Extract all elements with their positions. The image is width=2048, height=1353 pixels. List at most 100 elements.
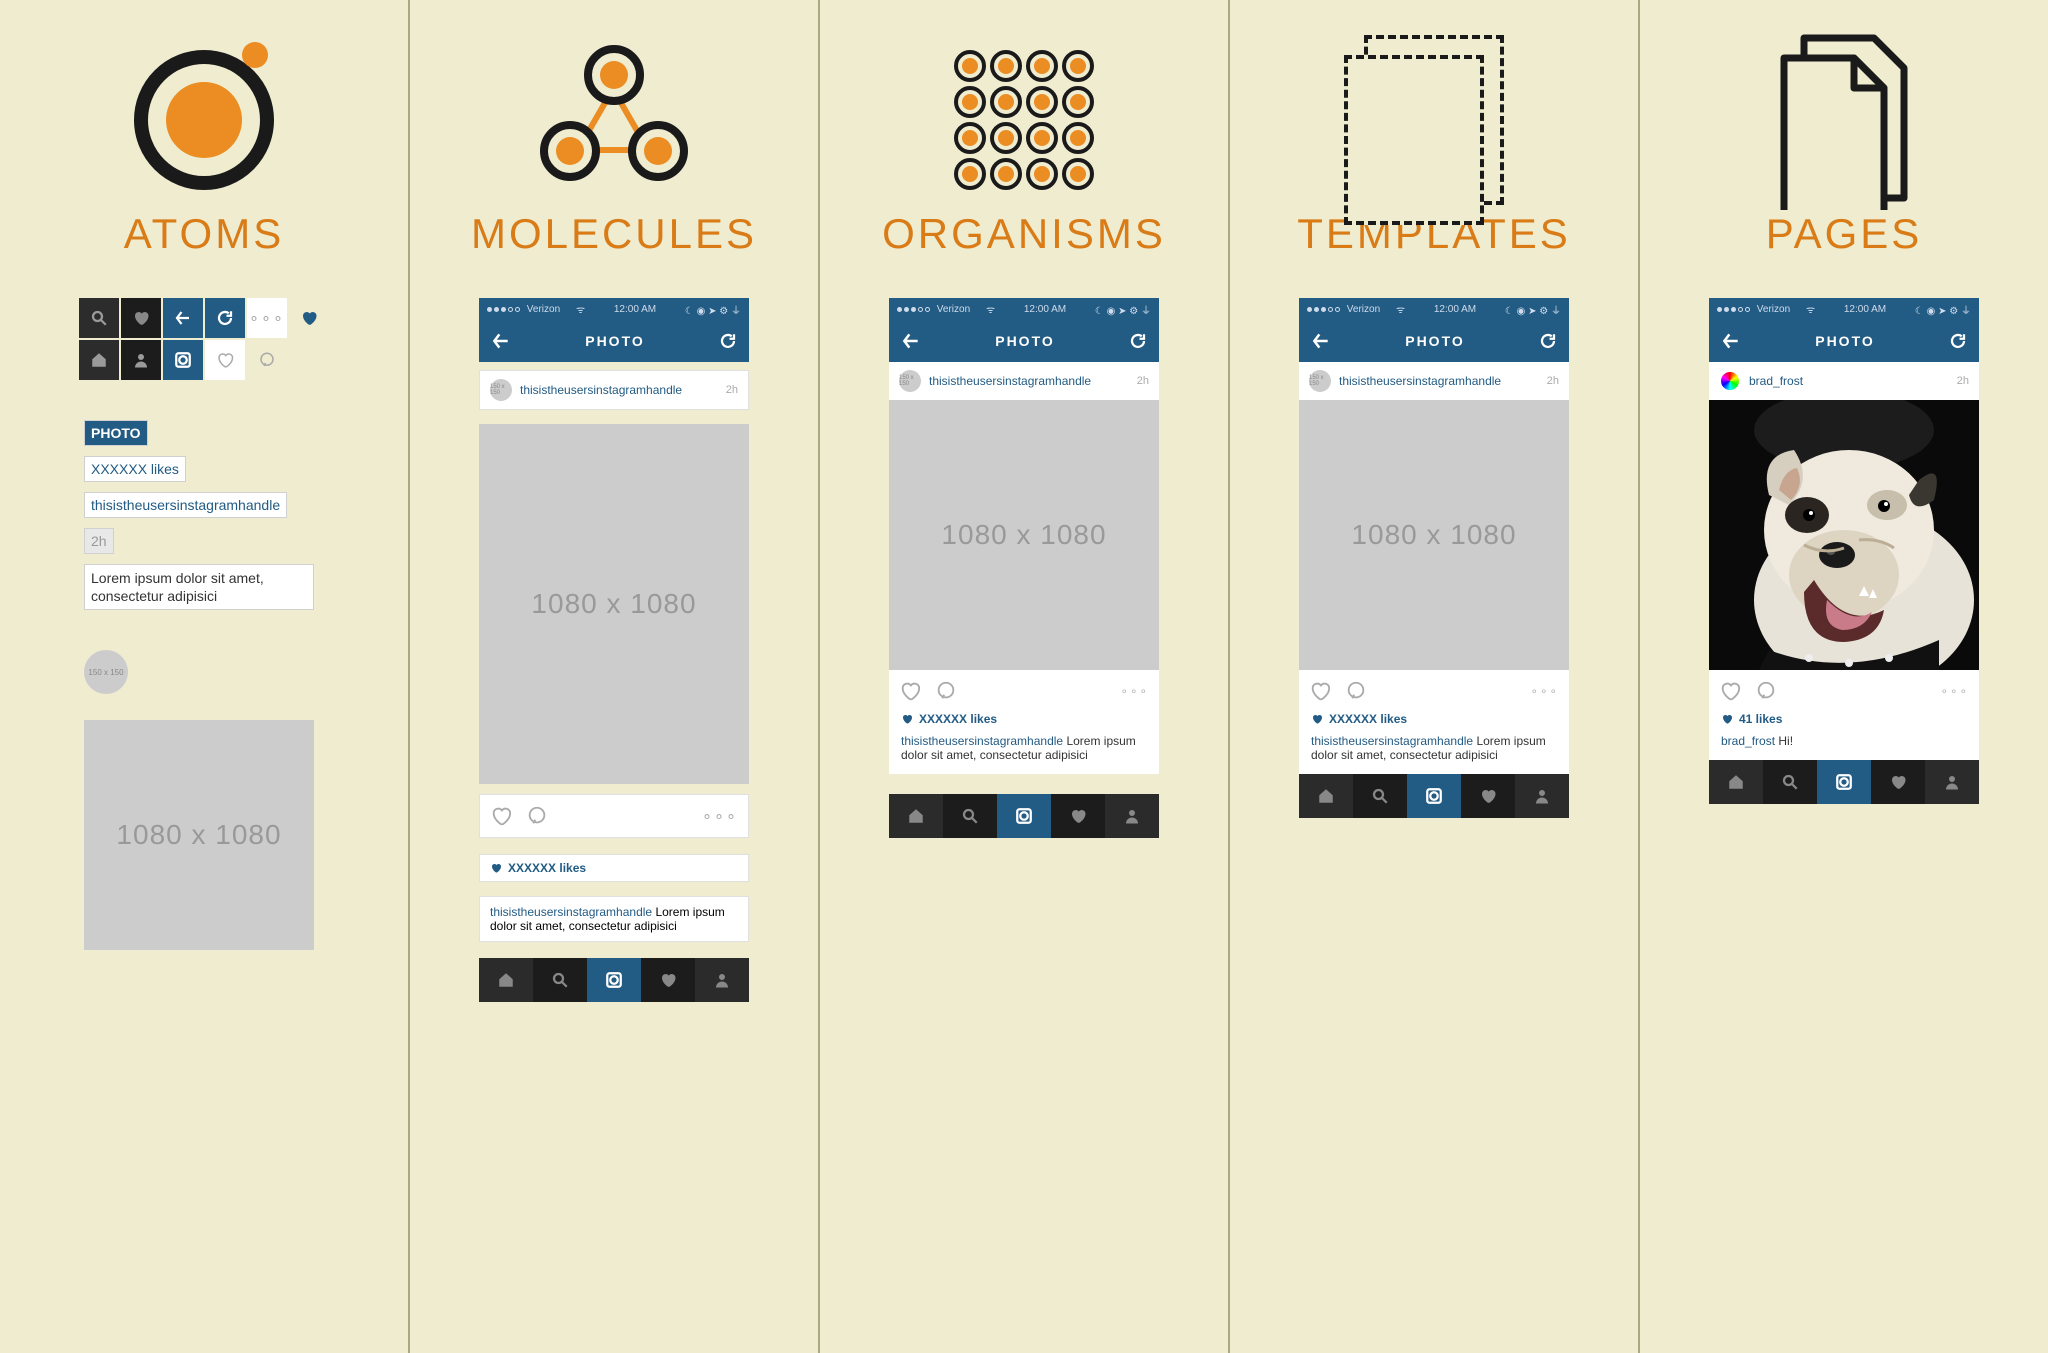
tab-search[interactable] — [533, 958, 587, 1002]
tab-camera[interactable] — [587, 958, 641, 1002]
tab-search[interactable] — [943, 794, 997, 838]
tab-activity[interactable] — [1871, 760, 1925, 804]
tab-home[interactable] — [1299, 774, 1353, 818]
tab-activity[interactable] — [641, 958, 695, 1002]
more-button[interactable]: ∘∘∘ — [1120, 684, 1149, 698]
comment-icon[interactable] — [247, 340, 287, 380]
refresh-button[interactable] — [1539, 332, 1557, 350]
activity-icon[interactable] — [121, 298, 161, 338]
tab-profile[interactable] — [695, 958, 749, 1002]
avatar-placeholder: 150 x 150 — [84, 650, 128, 694]
tab-home[interactable] — [1709, 760, 1763, 804]
username-link[interactable]: thisistheusersinstagramhandle — [520, 383, 718, 397]
nav-title: PHOTO — [995, 333, 1055, 349]
camera-icon[interactable] — [163, 340, 203, 380]
avatar: 150 x 150 — [1309, 370, 1331, 392]
tab-home[interactable] — [479, 958, 533, 1002]
caption-label: Lorem ipsum dolor sit amet, consectetur … — [84, 564, 314, 610]
tab-profile[interactable] — [1925, 760, 1979, 804]
username-link[interactable]: brad_frost — [1749, 374, 1949, 388]
template-screen: Verizon ᯤ 12:00 AM ☾ ◉ ➤ ⚙ ⏚ PHOTO 150 x… — [1299, 298, 1569, 818]
refresh-icon[interactable] — [205, 298, 245, 338]
caption-user[interactable]: thisistheusersinstagramhandle — [1311, 734, 1473, 748]
like-button[interactable] — [1719, 680, 1741, 702]
back-arrow-icon[interactable] — [163, 298, 203, 338]
comment-button[interactable] — [1345, 680, 1367, 702]
user-row[interactable]: 150 x 150 thisistheusersinstagramhandle … — [479, 370, 749, 410]
tab-camera[interactable] — [1407, 774, 1461, 818]
likes-row[interactable]: XXXXXX likes — [889, 712, 1159, 734]
username-link[interactable]: thisistheusersinstagramhandle — [1339, 374, 1539, 388]
status-bar: Verizon ᯤ 12:00 AM ☾ ◉ ➤ ⚙ ⏚ — [1709, 298, 1979, 320]
likes-text: 41 likes — [1739, 712, 1782, 726]
action-row: ∘∘∘ — [889, 670, 1159, 712]
post-image[interactable]: 1080 x 1080 — [889, 400, 1159, 670]
time-label: 12:00 AM — [1844, 304, 1886, 315]
heart-outline-icon[interactable] — [205, 340, 245, 380]
more-icon[interactable]: ∘∘∘ — [247, 298, 287, 338]
caption-molecule: thisistheusersinstagramhandle Lorem ipsu… — [479, 896, 749, 942]
comment-button[interactable] — [526, 805, 548, 827]
caption-row: thisistheusersinstagramhandle Lorem ipsu… — [889, 734, 1159, 774]
tab-search[interactable] — [1353, 774, 1407, 818]
likes-row[interactable]: 41 likes — [1709, 712, 1979, 734]
action-row-molecule: ∘∘∘ — [479, 794, 749, 838]
tab-profile[interactable] — [1105, 794, 1159, 838]
likes-row[interactable]: XXXXXX likes — [1299, 712, 1569, 734]
pages-icon — [1764, 40, 1924, 200]
back-button[interactable] — [901, 331, 921, 351]
tab-home[interactable] — [889, 794, 943, 838]
likes-row-molecule[interactable]: XXXXXX likes — [479, 854, 749, 882]
column-organisms: ORGANISMS Verizon ᯤ 12:00 AM ☾ ◉ ➤ ⚙ ⏚ P… — [820, 0, 1230, 1353]
refresh-button[interactable] — [1129, 332, 1147, 350]
home-icon[interactable] — [79, 340, 119, 380]
tab-activity[interactable] — [1051, 794, 1105, 838]
caption-user[interactable]: thisistheusersinstagramhandle — [490, 905, 652, 919]
caption-user[interactable]: thisistheusersinstagramhandle — [901, 734, 1063, 748]
heart-filled-icon[interactable] — [289, 298, 329, 338]
profile-icon[interactable] — [121, 340, 161, 380]
carrier-label: Verizon — [1347, 304, 1380, 315]
back-button[interactable] — [491, 331, 511, 351]
nav-bar: PHOTO — [889, 320, 1159, 362]
avatar: 150 x 150 — [899, 370, 921, 392]
tab-search[interactable] — [1763, 760, 1817, 804]
nav-title: PHOTO — [1815, 333, 1875, 349]
search-icon[interactable] — [79, 298, 119, 338]
carrier-label: Verizon — [1757, 304, 1790, 315]
back-button[interactable] — [1721, 331, 1741, 351]
organisms-title: ORGANISMS — [882, 210, 1166, 258]
caption-user[interactable]: brad_frost — [1721, 734, 1775, 748]
user-row[interactable]: 150 x 150 thisistheusersinstagramhandle … — [1299, 362, 1569, 400]
comment-button[interactable] — [1755, 680, 1777, 702]
like-button[interactable] — [899, 680, 921, 702]
tab-bar — [1299, 774, 1569, 818]
like-button[interactable] — [1309, 680, 1331, 702]
username-link[interactable]: thisistheusersinstagramhandle — [929, 374, 1129, 388]
refresh-button[interactable] — [719, 332, 737, 350]
more-button[interactable]: ∘∘∘ — [1530, 684, 1559, 698]
more-button[interactable]: ∘∘∘ — [1940, 684, 1969, 698]
back-button[interactable] — [1311, 331, 1331, 351]
timestamp: 2h — [726, 384, 738, 396]
post-image[interactable]: 1080 x 1080 — [1299, 400, 1569, 670]
caption-row: thisistheusersinstagramhandle Lorem ipsu… — [1299, 734, 1569, 774]
refresh-button[interactable] — [1949, 332, 1967, 350]
photo-title-label: PHOTO — [84, 420, 148, 446]
likes-text: XXXXXX likes — [508, 861, 586, 875]
user-row[interactable]: brad_frost 2h — [1709, 362, 1979, 400]
more-button[interactable]: ∘∘∘ — [702, 806, 738, 826]
comment-button[interactable] — [935, 680, 957, 702]
tab-bar — [1709, 760, 1979, 804]
tab-activity[interactable] — [1461, 774, 1515, 818]
like-button[interactable] — [490, 805, 512, 827]
tab-camera[interactable] — [1817, 760, 1871, 804]
user-row[interactable]: 150 x 150 thisistheusersinstagramhandle … — [889, 362, 1159, 400]
post-image[interactable]: 1080 x 1080 — [479, 424, 749, 784]
templates-icon — [1364, 40, 1504, 200]
tab-profile[interactable] — [1515, 774, 1569, 818]
post-image[interactable] — [1709, 400, 1979, 670]
tab-camera[interactable] — [997, 794, 1051, 838]
column-templates: TEMPLATES Verizon ᯤ 12:00 AM ☾ ◉ ➤ ⚙ ⏚ P… — [1230, 0, 1640, 1353]
image-placeholder: 1080 x 1080 — [84, 720, 314, 950]
